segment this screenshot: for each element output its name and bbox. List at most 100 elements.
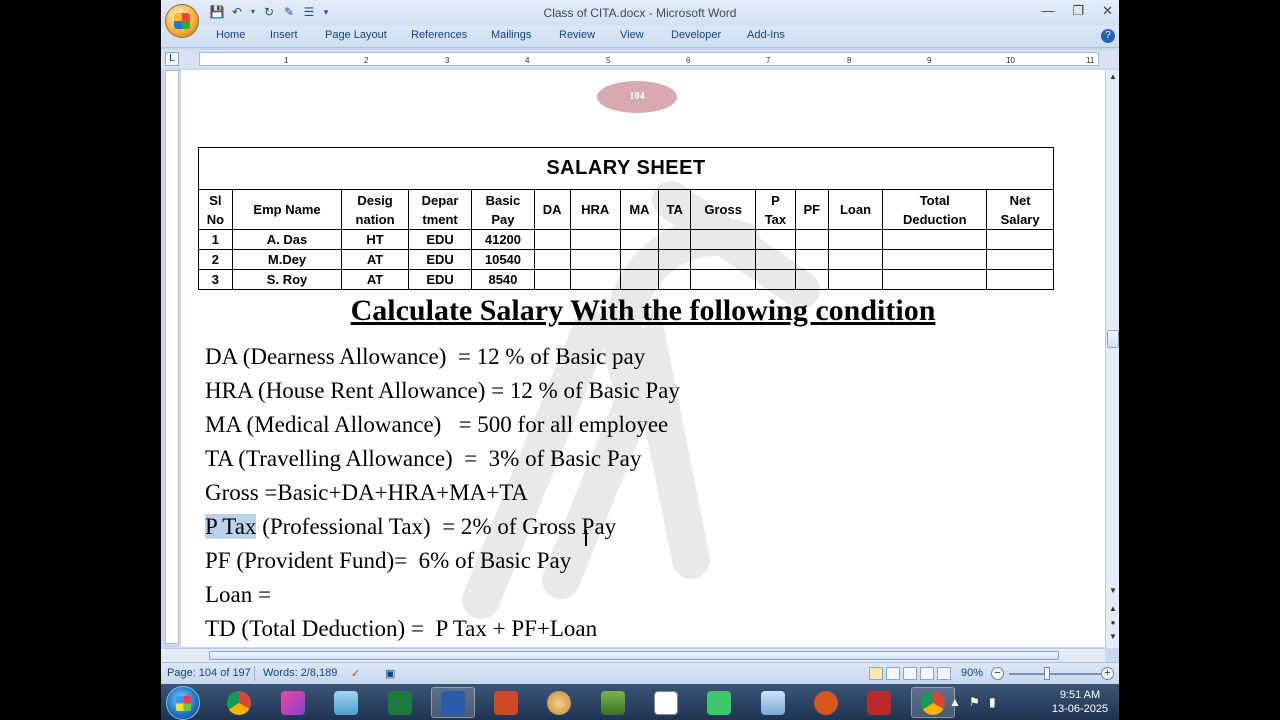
table-cell[interactable]: 1	[198, 229, 233, 250]
scroll-down-icon[interactable]: ▼	[1108, 586, 1118, 596]
tab-mailings[interactable]: Mailings	[491, 29, 531, 41]
table-cell[interactable]	[754, 249, 796, 270]
zoom-level[interactable]: 90%	[961, 667, 983, 679]
table-cell[interactable]	[827, 229, 884, 250]
condition-line[interactable]: HRA (House Rent Allowance) = 12 % of Bas…	[205, 378, 680, 404]
condition-line[interactable]: Gross =Basic+DA+HRA+MA+TA	[205, 480, 528, 506]
table-cell[interactable]: 41200	[471, 229, 535, 250]
table-cell[interactable]	[658, 269, 692, 290]
previous-page-icon[interactable]: ▲	[1108, 604, 1118, 614]
condition-line[interactable]: P Tax (Professional Tax) = 2% of Gross P…	[205, 514, 616, 540]
table-cell[interactable]: A. Das	[231, 229, 343, 250]
table-cell[interactable]	[754, 269, 796, 290]
zoom-in-icon[interactable]: +	[1101, 667, 1114, 680]
office-button[interactable]	[165, 4, 199, 38]
table-cell[interactable]: 2	[198, 249, 233, 270]
proofing-icon[interactable]: ✓	[351, 667, 360, 680]
table-cell[interactable]	[882, 229, 988, 250]
undo-icon[interactable]: ↶	[229, 4, 245, 20]
table-cell[interactable]	[619, 229, 660, 250]
table-cell[interactable]	[658, 249, 692, 270]
taskbar-acrobat[interactable]	[857, 687, 901, 718]
show-hidden-icons-icon[interactable]: ▲	[949, 695, 961, 709]
table-cell[interactable]: 10540	[471, 249, 535, 270]
qat-menu-icon[interactable]: ▾	[321, 4, 331, 20]
start-button[interactable]	[166, 686, 200, 720]
taskbar-excel[interactable]	[378, 687, 422, 718]
table-cell[interactable]	[794, 249, 829, 270]
table-cell[interactable]	[658, 229, 692, 250]
horizontal-scrollbar[interactable]	[161, 648, 1105, 662]
word-count[interactable]: Words: 2/8,189	[263, 667, 337, 679]
table-cell[interactable]	[619, 249, 660, 270]
tab-view[interactable]: View	[620, 29, 644, 41]
vertical-scrollbar[interactable]: ▲ ▼ ▲ ● ▼	[1105, 70, 1119, 648]
document-area[interactable]: 104 SALARY SHEET Sl No Emp Name Desig nation…	[181, 70, 1105, 647]
table-cell[interactable]: HT	[341, 229, 409, 250]
customize-icon[interactable]: ☰	[301, 4, 317, 20]
taskbar-explorer[interactable]	[751, 687, 795, 718]
selected-text[interactable]: P Tax	[205, 514, 257, 539]
vertical-scroll-thumb[interactable]	[1107, 330, 1119, 348]
tab-developer[interactable]: Developer	[671, 29, 721, 41]
dropdown-icon[interactable]: ▾	[249, 4, 257, 20]
table-cell[interactable]: EDU	[407, 229, 473, 250]
taskbar-paint[interactable]	[537, 687, 581, 718]
table-cell[interactable]	[986, 249, 1054, 270]
select-browse-object-icon[interactable]: ●	[1108, 618, 1118, 628]
close-icon[interactable]: ✕	[1102, 3, 1113, 19]
next-page-icon[interactable]: ▼	[1108, 632, 1118, 642]
zoom-slider-track[interactable]	[1009, 673, 1101, 675]
table-cell[interactable]	[619, 269, 660, 290]
format-painter-icon[interactable]: ✎	[281, 4, 297, 20]
scroll-up-icon[interactable]: ▲	[1108, 72, 1118, 82]
horizontal-scroll-thumb[interactable]	[209, 651, 1059, 660]
table-cell[interactable]	[882, 249, 988, 270]
table-cell[interactable]	[569, 229, 621, 250]
taskbar-presentation[interactable]	[484, 687, 528, 718]
tab-references[interactable]: References	[411, 29, 467, 41]
condition-line[interactable]: PF (Provident Fund)= 6% of Basic Pay	[205, 548, 571, 574]
page-count[interactable]: Page: 104 of 197	[167, 667, 251, 679]
taskbar-graph[interactable]	[644, 687, 688, 718]
zoom-slider-thumb[interactable]	[1044, 667, 1050, 680]
condition-line[interactable]: MA (Medical Allowance) = 500 for all emp…	[205, 412, 668, 438]
restore-icon[interactable]: ❐	[1072, 3, 1084, 19]
redo-icon[interactable]: ↻	[261, 4, 277, 20]
condition-line[interactable]: TD (Total Deduction) = P Tax + PF+Loan	[205, 616, 597, 642]
taskbar-fox-app[interactable]	[804, 687, 848, 718]
condition-line[interactable]: DA (Dearness Allowance) = 12 % of Basic …	[205, 344, 645, 370]
system-clock[interactable]: 9:51 AM 13-06-2025	[1049, 688, 1111, 716]
taskbar-word[interactable]	[431, 687, 475, 718]
taskbar-notepad[interactable]	[324, 687, 368, 718]
table-cell[interactable]: S. Roy	[231, 269, 343, 290]
table-cell[interactable]	[827, 249, 884, 270]
network-icon[interactable]: ▮	[989, 695, 996, 709]
table-cell[interactable]	[827, 269, 884, 290]
table-cell[interactable]	[569, 269, 621, 290]
document-page[interactable]: 104 SALARY SHEET Sl No Emp Name Desig nation…	[181, 70, 1105, 647]
condition-line[interactable]: Loan =	[205, 582, 271, 608]
tab-review[interactable]: Review	[559, 29, 595, 41]
help-icon[interactable]: ?	[1101, 29, 1115, 43]
web-layout-icon[interactable]	[903, 667, 917, 680]
table-cell[interactable]	[690, 229, 756, 250]
taskbar-calculator[interactable]	[591, 687, 635, 718]
print-layout-view-icon[interactable]	[869, 667, 883, 680]
table-cell[interactable]	[986, 229, 1054, 250]
tab-insert[interactable]: Insert	[270, 29, 298, 41]
taskbar-paint-app[interactable]	[271, 687, 315, 718]
macro-record-icon[interactable]: ▣	[385, 667, 395, 680]
taskbar-chrome[interactable]	[217, 687, 261, 718]
table-cell[interactable]: EDU	[407, 269, 473, 290]
table-cell[interactable]	[754, 229, 796, 250]
table-cell[interactable]	[794, 229, 829, 250]
tab-add-ins[interactable]: Add-Ins	[747, 29, 785, 41]
table-cell[interactable]	[533, 249, 571, 270]
full-screen-reading-icon[interactable]	[886, 667, 900, 680]
table-cell[interactable]: M.Dey	[231, 249, 343, 270]
draft-view-icon[interactable]	[937, 667, 951, 680]
save-icon[interactable]: 💾	[209, 4, 225, 20]
table-cell[interactable]: 3	[198, 269, 233, 290]
horizontal-ruler[interactable]: 1 2 3 4 5 6 7 8 9 10 11	[199, 52, 1099, 66]
